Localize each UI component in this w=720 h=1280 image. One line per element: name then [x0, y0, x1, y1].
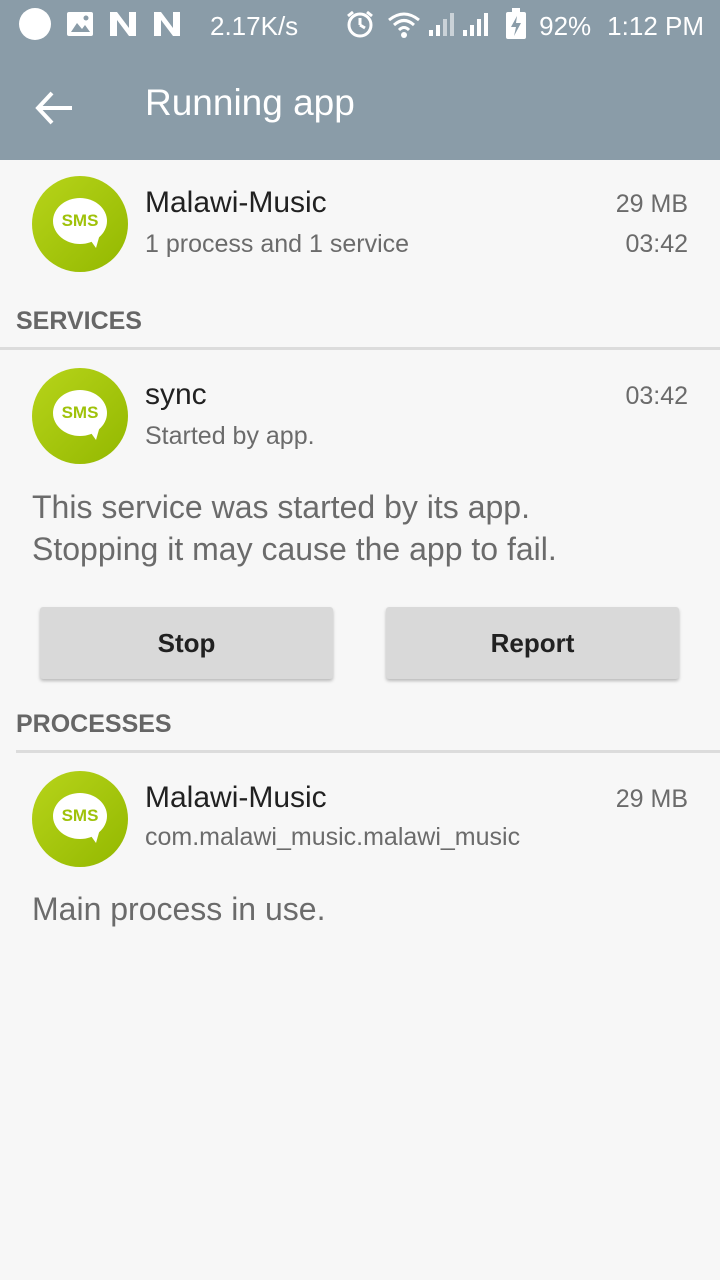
wifi-icon — [387, 10, 421, 43]
stop-button[interactable]: Stop — [40, 607, 333, 679]
app-name: Malawi-Music — [145, 186, 327, 219]
app-summary-row: SMS Malawi-Music 1 process and 1 service… — [0, 160, 720, 288]
process-icon: SMS — [32, 771, 128, 867]
service-description-line: This service was started by its app. — [32, 489, 530, 525]
network-speed: 2.17K/s — [210, 10, 299, 41]
service-time: 03:42 — [625, 382, 688, 410]
back-arrow-icon[interactable] — [32, 86, 80, 130]
page-title: Running app — [145, 82, 355, 123]
process-memory: 29 MB — [615, 785, 688, 813]
divider — [0, 347, 720, 350]
signal-icon — [427, 10, 457, 43]
process-description: Main process in use. — [32, 891, 326, 927]
app-time: 03:42 — [625, 230, 688, 258]
processes-header: PROCESSES — [16, 710, 172, 738]
service-icon: SMS — [32, 368, 128, 464]
process-row: SMS Malawi-Music com.malawi_music.malawi… — [0, 755, 720, 875]
services-header: SERVICES — [16, 307, 142, 335]
app-summary: 1 process and 1 service — [145, 230, 410, 258]
app-memory: 29 MB — [615, 190, 688, 218]
clock: 1:12 PM — [607, 10, 704, 41]
service-status: Started by app. — [145, 422, 315, 450]
process-name: Malawi-Music — [145, 781, 327, 814]
n-icon — [108, 10, 138, 43]
divider — [16, 750, 720, 753]
service-description-line: Stopping it may cause the app to fail. — [32, 531, 557, 567]
service-row: SMS sync Started by app. 03:42 — [0, 352, 720, 472]
n-icon — [152, 10, 182, 43]
battery-percent: 92% — [539, 10, 592, 41]
circle-icon — [18, 7, 52, 46]
image-icon — [66, 10, 94, 43]
status-bar: 2.17K/s 92% 1:12 PM — [0, 0, 720, 52]
app-bar: Running app — [0, 52, 720, 160]
alarm-icon — [345, 9, 375, 44]
report-button[interactable]: Report — [386, 607, 679, 679]
service-name: sync — [145, 378, 207, 411]
battery-icon — [505, 7, 527, 45]
service-description: This service was started by its app. Sto… — [32, 486, 557, 570]
app-icon: SMS — [32, 176, 128, 272]
signal-icon — [461, 10, 491, 43]
process-package: com.malawi_music.malawi_music — [145, 823, 521, 851]
